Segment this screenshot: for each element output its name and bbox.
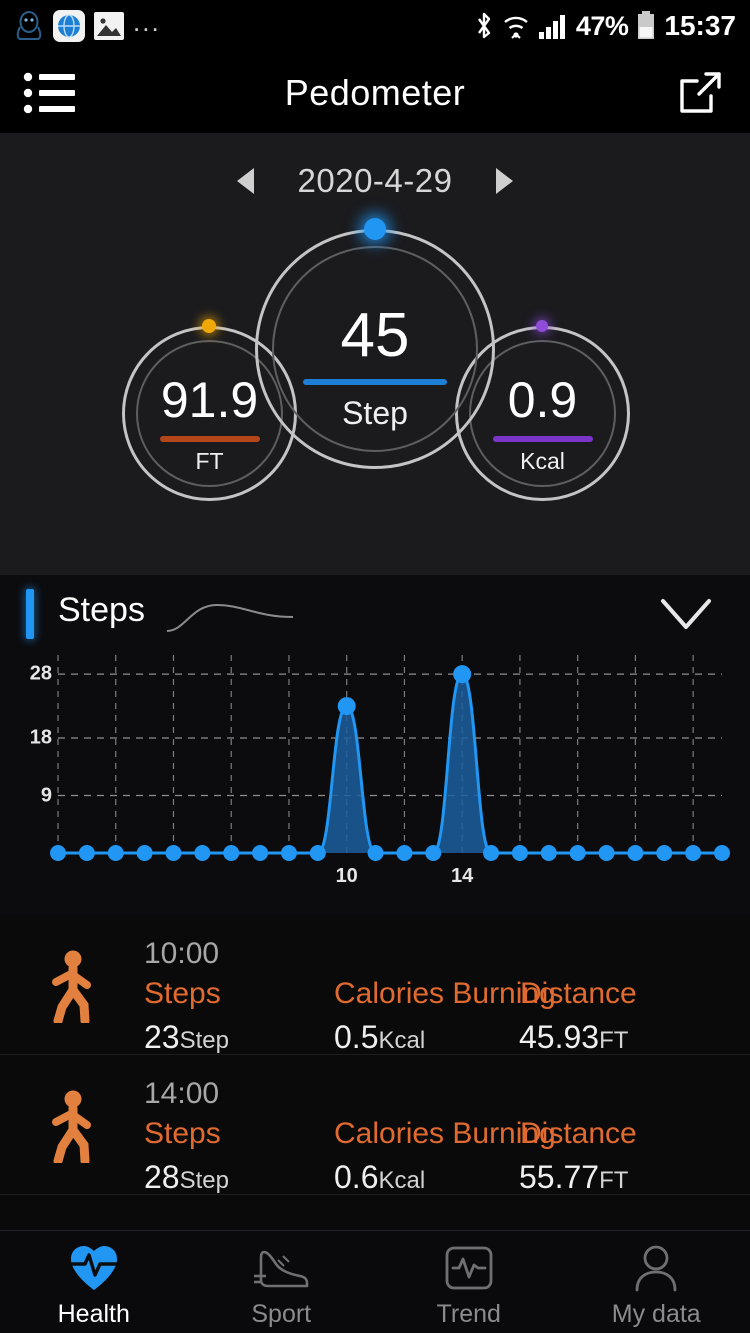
calories-gauge-progress-dot [536, 320, 548, 332]
share-external-icon [680, 71, 721, 113]
activity-distance-value: 55.77FT [519, 1159, 629, 1195]
signal-bars-icon [538, 15, 565, 39]
steps-chart-card: Steps 9 18 28 10 14 [0, 575, 750, 915]
steps-section-title: Steps [58, 591, 145, 629]
decorative-wave-icon [166, 603, 294, 632]
steps-line-chart[interactable]: 9 18 28 10 14 [0, 647, 750, 887]
nav-label-trend: Trend [436, 1299, 501, 1328]
heart-pulse-icon [68, 1242, 120, 1294]
share-button[interactable] [650, 52, 750, 133]
browser-globe-icon [53, 10, 85, 42]
status-more-dots: ... [133, 7, 161, 37]
trend-pulse-square-icon [444, 1242, 494, 1294]
walking-person-icon [52, 950, 91, 1023]
date-navigation: 2020-4-29 [0, 155, 750, 207]
activity-distance-header: Distance [520, 977, 637, 1010]
step-gauge-underline [303, 379, 447, 385]
chart-y-tick-label: 28 [29, 662, 52, 685]
activity-steps-header: Steps [144, 1117, 221, 1150]
chart-y-tick-label: 18 [29, 726, 52, 749]
step-gauge-label: Step [342, 395, 408, 431]
nav-item-sport[interactable]: Sport [188, 1231, 376, 1333]
step-gauge[interactable]: 45 Step [255, 218, 495, 469]
steps-accent-bar [26, 589, 34, 639]
prev-day-button[interactable] [236, 168, 254, 194]
activity-time: 14:00 [144, 1077, 220, 1110]
current-date-label: 2020-4-29 [297, 162, 453, 199]
steps-card-header[interactable]: Steps [0, 575, 750, 653]
page-title: Pedometer [284, 71, 466, 113]
activity-calories-value: 0.5Kcal [334, 1019, 426, 1055]
clock-time-label: 15:37 [664, 10, 736, 41]
chart-x-tick-label: 14 [451, 865, 474, 887]
distance-gauge-progress-dot [202, 319, 216, 333]
activity-steps-value: 28Step [144, 1159, 229, 1195]
activity-distance-header: Distance [520, 1117, 637, 1150]
steps-chart-canvas [50, 655, 730, 861]
nav-item-my-data[interactable]: My data [563, 1231, 750, 1333]
step-gauge-progress-dot [364, 218, 386, 240]
battery-percent-label: 47% [575, 10, 629, 41]
pedometer-app-screen: ... 47% 15:37 Pedometer 2020-4-29 91.9 F… [0, 0, 750, 1333]
status-bar: ... 47% 15:37 [0, 0, 750, 52]
chart-y-tick-label: 9 [40, 784, 52, 807]
nav-item-health[interactable]: Health [0, 1231, 188, 1333]
activity-steps-header: Steps [144, 977, 221, 1010]
activity-row[interactable]: 14:00 Steps Calories Burning Distance 28Step… [0, 1055, 750, 1195]
nav-label-health: Health [57, 1299, 130, 1328]
walking-person-icon [52, 1090, 91, 1163]
dashboard-panel: 2020-4-29 91.9 FT 0.9 Kcal 45 Step [0, 133, 750, 575]
distance-gauge-underline [160, 436, 260, 442]
status-bar-right-icons: 47% 15:37 [474, 10, 736, 42]
chevron-down-icon[interactable] [658, 593, 714, 635]
menu-button[interactable] [0, 52, 100, 133]
chart-x-tick-label: 10 [335, 865, 358, 887]
activity-distance-value: 45.93FT [519, 1019, 629, 1055]
calories-gauge-underline [493, 436, 593, 442]
activity-time: 10:00 [144, 937, 220, 970]
gallery-image-icon [94, 12, 124, 40]
list-menu-icon [23, 72, 75, 113]
distance-gauge-label: FT [195, 448, 224, 474]
bottom-navigation: Health Sport Trend My data [0, 1230, 750, 1333]
nav-item-trend[interactable]: Trend [375, 1231, 563, 1333]
next-day-button[interactable] [496, 168, 514, 194]
nav-label-my-data: My data [611, 1299, 701, 1328]
activity-calories-value: 0.6Kcal [334, 1159, 426, 1195]
activity-list: 10:00 Steps Calories Burning Distance 23Step… [0, 915, 750, 1195]
bluetooth-icon [477, 12, 491, 39]
wifi-icon [504, 16, 528, 39]
step-gauge-value: 45 [340, 301, 410, 370]
status-bar-left-icons: ... [14, 9, 161, 43]
activity-row[interactable]: 10:00 Steps Calories Burning Distance 23Step… [0, 915, 750, 1055]
nav-label-sport: Sport [251, 1299, 312, 1328]
title-bar: Pedometer [0, 52, 750, 133]
qq-penguin-icon [16, 11, 42, 40]
battery-icon [638, 11, 655, 39]
running-shoe-icon [252, 1242, 310, 1294]
calories-gauge-label: Kcal [520, 448, 565, 474]
activity-steps-value: 23Step [144, 1019, 229, 1055]
person-profile-icon [631, 1242, 681, 1294]
gauge-group: 91.9 FT 0.9 Kcal 45 Step [0, 218, 750, 575]
